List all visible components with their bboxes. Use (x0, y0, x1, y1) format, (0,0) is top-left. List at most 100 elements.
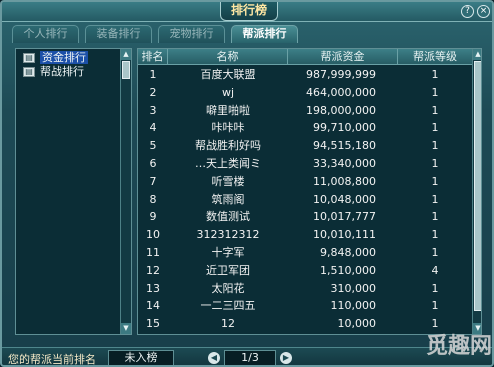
watermark-logo: 觅趣网 (426, 334, 493, 359)
name-cell: 数值测试 (206, 210, 250, 224)
table-row[interactable]: 11 十字军 9,848,000 1 (138, 244, 472, 262)
funds-cell: 10,048,000 (313, 192, 376, 206)
name-cell: 百度大联盟 (200, 68, 256, 81)
name-cell: 咔咔咔 (211, 121, 245, 135)
rank-cell: 4 (149, 121, 157, 135)
rank-cell: 8 (149, 192, 157, 206)
table-row[interactable]: 10 312312312 10,010,111 1 (138, 226, 472, 244)
category-tree: ▤ 资金排行 ▤ 帮战排行 ▲ ▼ (15, 48, 132, 335)
column-header-rank: 排名 (138, 49, 168, 65)
level-cell: 1 (431, 121, 439, 135)
table-row[interactable]: 8 筑雨阁 10,048,000 1 (138, 191, 472, 209)
rank-cell: 5 (149, 139, 157, 153)
rank-cell: 13 (146, 281, 160, 295)
rank-cell: 15 (146, 317, 160, 331)
category-item-label: 帮战排行 (40, 65, 84, 78)
table-scrollbar[interactable]: ▲ ▼ (472, 49, 481, 334)
name-cell: 一二三四五 (200, 299, 256, 313)
name-cell: 筑雨阁 (211, 192, 245, 206)
scroll-thumb[interactable] (474, 61, 481, 311)
name-cell: 噼里啪啦 (206, 103, 250, 117)
level-cell: 1 (431, 228, 439, 242)
table-row[interactable]: 5 帮战胜利好吗 94,515,180 1 (138, 137, 472, 155)
category-item-guildwar[interactable]: ▤ 帮战排行 (16, 65, 120, 79)
column-header-level: 帮派等级 (413, 50, 457, 63)
footer-bar: 您的帮派当前排名 未入榜 ◀ 1/3 ▶ (2, 347, 492, 366)
guild-rank-value: 未入榜 (108, 350, 174, 365)
funds-cell: 11,008,800 (313, 174, 376, 188)
name-cell: 近卫军团 (206, 263, 250, 277)
rank-cell: 12 (146, 263, 160, 277)
level-cell: 1 (431, 299, 439, 313)
rank-cell: 2 (149, 85, 157, 99)
scroll-down-icon[interactable]: ▼ (121, 323, 131, 334)
page-indicator: 1/3 (224, 350, 276, 365)
rank-cell: 3 (149, 103, 157, 117)
table-row[interactable]: 9 数值测试 10,017,777 1 (138, 208, 472, 226)
category-item-label: 资金排行 (40, 51, 88, 64)
table-row[interactable]: 13 太阳花 310,000 1 (138, 280, 472, 298)
tab-personal[interactable]: 个人排行 (12, 25, 79, 43)
funds-cell: 9,848,000 (320, 245, 376, 259)
level-cell: 1 (431, 174, 439, 188)
level-cell: 1 (431, 192, 439, 206)
tab-bar: 个人排行 装备排行 宠物排行 帮派排行 (12, 25, 312, 43)
level-cell: 1 (431, 210, 439, 224)
name-cell: wj (221, 85, 235, 99)
table-body: 1 百度大联盟 987,999,999 1 2 wj 464,000,000 1 3 噼里啪啦 19… (138, 66, 472, 333)
funds-cell: 10,000 (337, 317, 377, 331)
level-cell: 1 (431, 68, 439, 81)
level-cell: 1 (431, 103, 439, 117)
table-row[interactable]: 1 百度大联盟 987,999,999 1 (138, 66, 472, 84)
scroll-thumb[interactable] (122, 61, 130, 79)
funds-cell: 33,340,000 (313, 156, 376, 170)
funds-cell: 10,010,111 (313, 228, 376, 242)
table-row[interactable]: 15 12 10,000 1 (138, 315, 472, 333)
table-row[interactable]: 7 听雪楼 11,008,800 1 (138, 173, 472, 191)
table-row[interactable]: 2 wj 464,000,000 1 (138, 84, 472, 102)
level-cell: 1 (431, 245, 439, 259)
table-row[interactable]: 6 …天上类闻ミ 33,340,000 1 (138, 155, 472, 173)
funds-cell: 10,017,777 (313, 210, 376, 224)
name-cell: 十字军 (211, 245, 245, 259)
close-icon[interactable]: × (477, 5, 490, 18)
tab-guild[interactable]: 帮派排行 (231, 25, 298, 43)
level-cell: 4 (431, 263, 439, 277)
rank-cell: 9 (149, 210, 157, 224)
level-cell: 1 (431, 281, 439, 295)
table-row[interactable]: 14 一二三四五 110,000 1 (138, 297, 472, 315)
category-item-funds[interactable]: ▤ 资金排行 (16, 51, 120, 65)
scroll-up-icon[interactable]: ▲ (473, 49, 481, 60)
tab-equipment[interactable]: 装备排行 (85, 25, 152, 43)
leaderboard-window: 排行榜 ? × 个人排行 装备排行 宠物排行 帮派排行 ▤ 资金排行 ▤ 帮战排… (0, 0, 494, 367)
guild-rank-label: 您的帮派当前排名 (8, 353, 96, 366)
table-row[interactable]: 12 近卫军团 1,510,000 4 (138, 262, 472, 280)
funds-cell: 94,515,180 (313, 139, 376, 153)
name-cell: 太阳花 (211, 281, 245, 295)
window-title: 排行榜 (220, 2, 278, 21)
help-icon[interactable]: ? (461, 5, 474, 18)
folder-icon: ▤ (23, 53, 35, 63)
prev-page-icon[interactable]: ◀ (208, 352, 220, 364)
folder-icon: ▤ (23, 67, 35, 77)
column-header-funds: 帮派资金 (288, 49, 398, 65)
name-cell: 帮战胜利好吗 (195, 139, 261, 153)
funds-cell: 198,000,000 (306, 103, 376, 117)
name-cell: 312312312 (196, 228, 260, 242)
table-row[interactable]: 3 噼里啪啦 198,000,000 1 (138, 102, 472, 120)
funds-cell: 99,710,000 (313, 121, 376, 135)
title-bar: 排行榜 ? × (2, 2, 492, 22)
rank-cell: 6 (149, 156, 157, 170)
ranking-table: 排名 名称 帮派资金 帮派等级 1 百度大联盟 987,999,999 1 2 wj 464… (137, 48, 482, 335)
scroll-up-icon[interactable]: ▲ (121, 49, 131, 60)
next-page-icon[interactable]: ▶ (280, 352, 292, 364)
funds-cell: 310,000 (330, 281, 377, 295)
level-cell: 1 (431, 139, 439, 153)
table-header: 排名 名称 帮派资金 帮派等级 (138, 49, 472, 65)
name-cell: …天上类闻ミ (195, 156, 261, 170)
category-scrollbar[interactable]: ▲ ▼ (120, 49, 131, 334)
funds-cell: 1,510,000 (320, 263, 376, 277)
level-cell: 1 (431, 156, 439, 170)
tab-pets[interactable]: 宠物排行 (158, 25, 225, 43)
table-row[interactable]: 4 咔咔咔 99,710,000 1 (138, 119, 472, 137)
